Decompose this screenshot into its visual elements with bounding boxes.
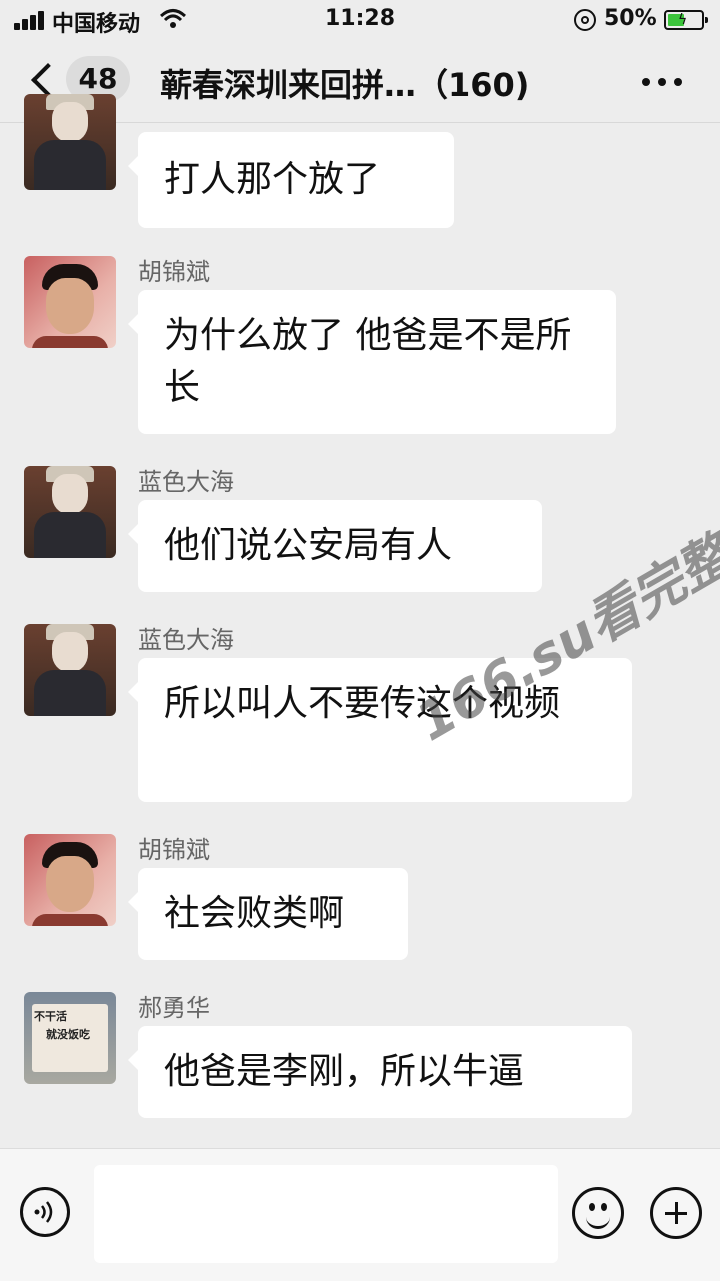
avatar[interactable]: [24, 256, 116, 348]
avatar[interactable]: [24, 466, 116, 558]
message-bubble[interactable]: 社会败类啊: [128, 868, 408, 960]
sender-name: 胡锦斌: [138, 258, 210, 286]
avatar[interactable]: 不干活 就没饭吃: [24, 992, 116, 1084]
message-text: 社会败类啊: [164, 893, 345, 934]
avatar[interactable]: [24, 624, 116, 716]
battery-charging-icon: ϟ: [664, 10, 708, 30]
message-text: 他爸是李刚，所以牛逼: [164, 1051, 525, 1092]
sender-name: 郝勇华: [138, 994, 210, 1022]
back-icon[interactable]: [30, 62, 60, 98]
more-icon[interactable]: [638, 76, 688, 88]
message-bubble[interactable]: 他们说公安局有人: [128, 500, 542, 592]
message-text: 为什么放了 他爸是不是所长: [164, 315, 572, 408]
message-bubble[interactable]: 打人那个放了: [128, 132, 454, 228]
emoji-icon[interactable]: [572, 1187, 624, 1239]
message-text: 他们说公安局有人: [164, 525, 453, 566]
avatar-sign-text: 不干活: [34, 1010, 67, 1023]
chat-title: 蕲春深圳来回拼…（160): [160, 66, 530, 104]
message-text: 打人那个放了: [164, 159, 381, 200]
message-bubble[interactable]: 为什么放了 他爸是不是所长: [128, 290, 616, 434]
input-bar: [0, 1148, 720, 1281]
avatar[interactable]: [24, 834, 116, 926]
orientation-lock-icon: [574, 9, 596, 31]
avatar-sign-text: 就没饭吃: [46, 1028, 90, 1041]
sender-name: 蓝色大海: [138, 468, 234, 496]
message-input[interactable]: [94, 1165, 558, 1263]
status-bar: 中国移动 11:28 50% ϟ: [0, 0, 720, 40]
sender-name: 胡锦斌: [138, 836, 210, 864]
sender-name: 蓝色大海: [138, 626, 234, 654]
plus-icon[interactable]: [650, 1187, 702, 1239]
battery-percent: 50%: [604, 6, 657, 31]
message-bubble[interactable]: 他爸是李刚，所以牛逼: [128, 1026, 632, 1118]
voice-icon[interactable]: [20, 1187, 70, 1237]
avatar[interactable]: [24, 94, 116, 190]
